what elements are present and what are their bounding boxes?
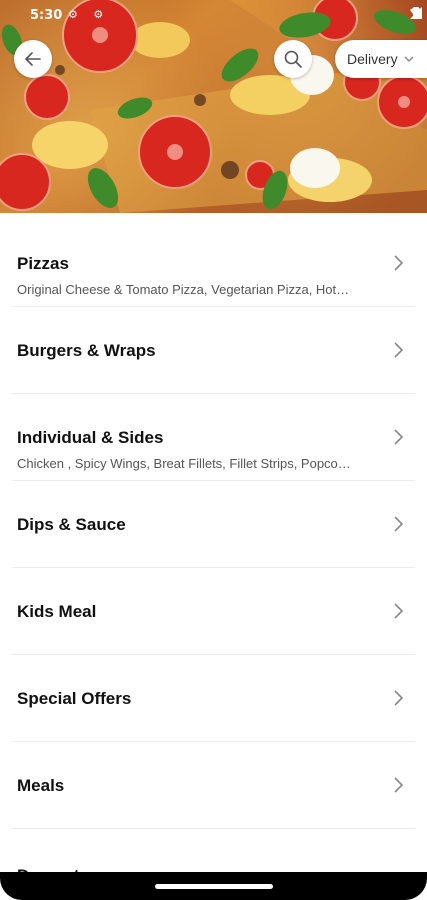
system-navigation-bar — [0, 872, 427, 900]
back-button[interactable] — [14, 40, 52, 78]
category-title: Meals — [17, 776, 65, 795]
chevron-right-icon — [394, 255, 404, 271]
chevron-right-icon — [394, 516, 404, 532]
category-row-pizzas[interactable]: Pizzas Original Cheese & Tomato Pizza, V… — [12, 220, 415, 307]
category-row-special-offers[interactable]: Special Offers — [12, 655, 415, 742]
category-title: Dips & Sauce — [17, 515, 126, 534]
category-title: Pizzas — [17, 254, 69, 273]
category-title: Individual & Sides — [17, 428, 164, 447]
category-row-individual-sides[interactable]: Individual & Sides Chicken , Spicy Wings… — [12, 394, 415, 481]
chevron-right-icon — [394, 777, 404, 793]
category-row-kids-meal[interactable]: Kids Meal — [12, 568, 415, 655]
category-row-burgers-wraps[interactable]: Burgers & Wraps — [12, 307, 415, 394]
category-list: Pizzas Original Cheese & Tomato Pizza, V… — [0, 220, 427, 829]
search-icon — [284, 50, 302, 68]
category-subtitle: Chicken , Spicy Wings, Breat Fillets, Fi… — [17, 456, 351, 471]
category-row-dips-sauce[interactable]: Dips & Sauce — [12, 481, 415, 568]
chevron-right-icon — [394, 690, 404, 706]
category-title: Special Offers — [17, 689, 132, 708]
delivery-mode-label: Delivery — [347, 51, 398, 67]
category-row-meals[interactable]: Meals — [12, 742, 415, 829]
chevron-right-icon — [394, 429, 404, 445]
chevron-right-icon — [394, 603, 404, 619]
arrow-left-icon — [25, 52, 41, 66]
category-subtitle: Original Cheese & Tomato Pizza, Vegetari… — [17, 282, 350, 297]
status-time: 5:30 — [30, 8, 63, 23]
status-notification-icons: ⚙ ⚙ — [68, 8, 110, 21]
category-title: Burgers & Wraps — [17, 341, 156, 360]
search-button[interactable] — [274, 40, 312, 78]
status-bar: 5:30 ⚙ ⚙ — [0, 0, 427, 30]
battery-icon — [413, 7, 419, 19]
hero-pizza-image: 5:30 ⚙ ⚙ — [0, 0, 427, 213]
chevron-down-icon — [404, 56, 414, 62]
category-title: Kids Meal — [17, 602, 97, 621]
home-gesture-pill[interactable] — [155, 884, 273, 889]
delivery-mode-dropdown[interactable]: Delivery — [335, 40, 427, 78]
chevron-right-icon — [394, 342, 404, 358]
